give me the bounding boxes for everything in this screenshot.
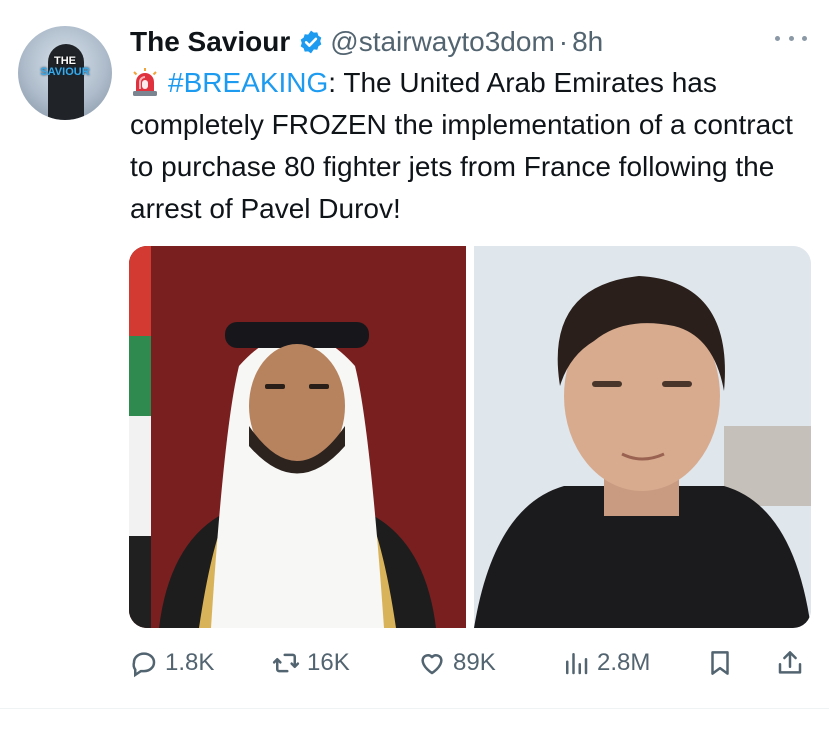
avatar[interactable]: THE SAVIOUR (18, 26, 112, 120)
repost-button[interactable]: 16K (271, 646, 350, 680)
bookmark-button[interactable] (705, 646, 735, 680)
tweet-text: #BREAKING: The United Arab Emirates has … (130, 62, 810, 230)
like-icon (421, 654, 443, 675)
bookmark-icon (711, 651, 729, 675)
tweet-header: The Saviour @stairwayto3dom · 8h (130, 22, 603, 62)
siren-icon (130, 67, 160, 97)
views-icon (566, 653, 588, 675)
repost-icon (272, 653, 300, 673)
separator-dot: · (558, 26, 569, 57)
views-button[interactable]: 2.8M (561, 646, 650, 680)
reply-icon (132, 652, 156, 678)
media-photo-right[interactable] (474, 246, 811, 628)
share-button[interactable] (775, 646, 805, 680)
author-handle[interactable]: @stairwayto3dom (330, 26, 555, 58)
like-count: 89K (453, 649, 496, 676)
tweet-card[interactable]: THE SAVIOUR The Saviour @stairwayto3dom … (0, 0, 829, 734)
more-icon[interactable] (775, 28, 807, 48)
media-grid (129, 246, 811, 628)
timestamp[interactable]: 8h (572, 26, 603, 58)
author-name[interactable]: The Saviour (130, 26, 290, 58)
verified-badge-icon (298, 29, 324, 55)
share-icon (778, 651, 802, 674)
repost-count: 16K (307, 649, 350, 676)
photo-uae-leader (129, 246, 466, 628)
views-count: 2.8M (597, 649, 651, 676)
reply-count: 1.8K (165, 649, 215, 676)
reply-button[interactable]: 1.8K (129, 646, 214, 680)
tweet-divider (0, 708, 829, 709)
hashtag-link[interactable]: #BREAKING (168, 67, 328, 98)
action-bar: 1.8K 16K 89K 2.8M (129, 646, 811, 680)
avatar-text-line2: SAVIOUR (40, 66, 90, 78)
photo-pavel-durov (474, 246, 811, 628)
like-button[interactable]: 89K (417, 646, 496, 680)
media-photo-left[interactable] (129, 246, 466, 628)
